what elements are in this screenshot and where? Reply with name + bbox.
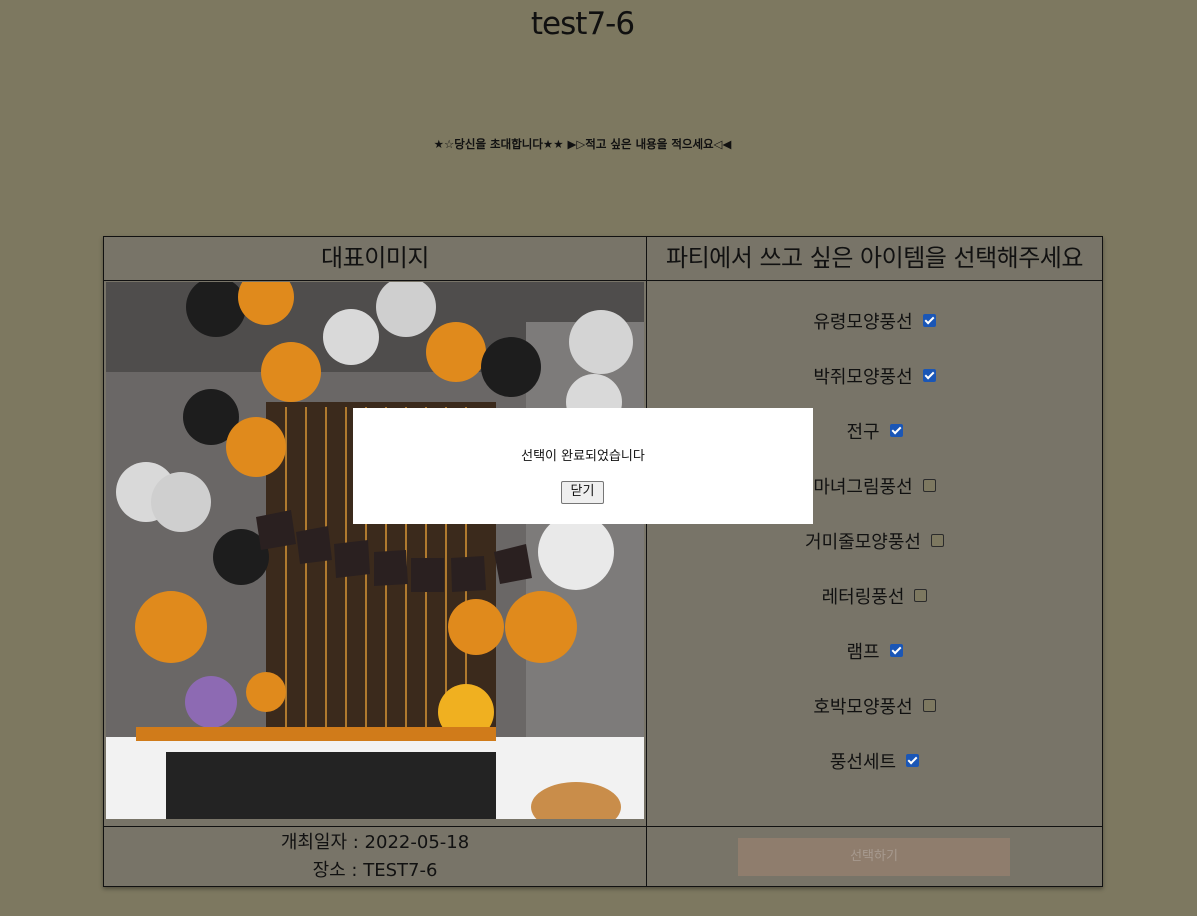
item-checkbox[interactable]	[922, 369, 936, 382]
item-label: 마녀그림풍선	[813, 476, 913, 498]
image-column-header: 대표이미지	[321, 244, 429, 272]
item-label: 풍선세트	[829, 751, 897, 773]
event-place: 장소 : TEST7-6	[312, 860, 438, 881]
item-checkbox[interactable]	[922, 479, 936, 492]
item-checklist: 유령모양풍선 박쥐모양풍선 전구 마녀그림풍선 거미줄모양풍선 레터링풍선 램프	[647, 281, 1102, 826]
invitation-text: ★☆당신을 초대합니다★★ ▶▷적고 싶은 내용을 적으세요◁◀	[433, 137, 732, 151]
item-label: 거미줄모양풍선	[805, 531, 921, 553]
close-button[interactable]: 닫기	[561, 481, 604, 504]
item-label: 레터링풍선	[821, 586, 905, 608]
checklist-item: 레터링풍선	[647, 568, 1102, 623]
item-checkbox[interactable]	[922, 314, 936, 327]
confirmation-modal: 선택이 완료되었습니다 닫기	[353, 408, 813, 524]
event-info: 개최일자 : 2022-05-18 장소 : TEST7-6	[104, 829, 646, 885]
party-photo	[106, 282, 644, 819]
item-checkbox[interactable]	[922, 699, 936, 712]
item-checkbox[interactable]	[906, 754, 920, 767]
modal-message: 선택이 완료되었습니다	[521, 449, 645, 464]
item-checkbox[interactable]	[914, 589, 928, 602]
event-date: 개최일자 : 2022-05-18	[280, 832, 470, 853]
checklist-item: 풍선세트	[647, 733, 1102, 788]
item-label: 유령모양풍선	[813, 311, 913, 333]
checklist-item: 램프	[647, 623, 1102, 678]
item-label: 램프	[846, 641, 880, 663]
item-checkbox[interactable]	[889, 424, 903, 437]
items-column-header: 파티에서 쓰고 싶은 아이템을 선택해주세요	[666, 244, 1083, 272]
checklist-item: 호박모양풍선	[647, 678, 1102, 733]
item-label: 박쥐모양풍선	[813, 366, 913, 388]
page-title: test7-6	[530, 6, 635, 42]
checklist-item: 박쥐모양풍선	[647, 348, 1102, 403]
select-button[interactable]: 선택하기	[738, 838, 1010, 876]
party-table: 대표이미지 파티에서 쓰고 싶은 아이템을 선택해주세요 개최일자: 2022…	[103, 236, 1103, 887]
item-label: 전구	[846, 421, 880, 443]
item-checkbox[interactable]	[889, 644, 903, 657]
checklist-item: 유령모양풍선	[647, 293, 1102, 348]
item-checkbox[interactable]	[930, 534, 944, 547]
footer-divider	[104, 826, 1102, 827]
item-label: 호박모양풍선	[813, 696, 913, 718]
